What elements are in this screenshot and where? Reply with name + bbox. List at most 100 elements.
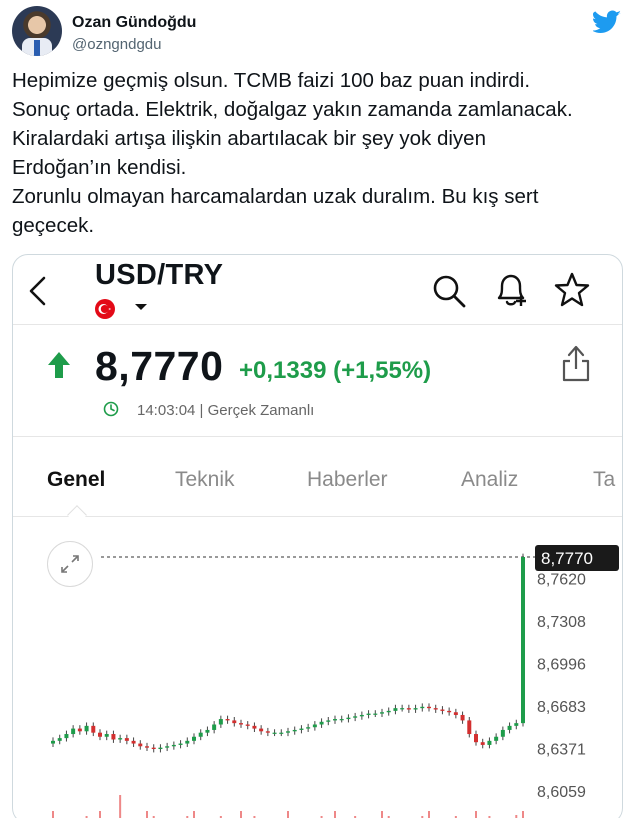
- expand-icon[interactable]: [47, 541, 93, 587]
- candle-body: [98, 732, 102, 737]
- clock-icon: [103, 401, 119, 417]
- candle-body: [353, 716, 358, 718]
- chevron-down-icon[interactable]: [135, 304, 147, 310]
- candle-body: [333, 719, 337, 721]
- candle-body: [77, 728, 82, 732]
- volume-bar: [99, 811, 101, 818]
- tweet-header: Ozan Gündoğdu @ozngndgdu: [12, 6, 623, 62]
- tab-bar: Genel Teknik Haberler Analiz Ta: [13, 437, 622, 517]
- tab-haberler[interactable]: Haberler: [307, 468, 388, 492]
- tweet-line: Hepimize geçmiş olsun. TCMB faizi 100 ba…: [12, 69, 531, 92]
- current-price: 8,7770: [95, 343, 224, 389]
- candle-body: [380, 712, 384, 714]
- candle-body: [131, 740, 136, 744]
- candle-body: [427, 706, 431, 709]
- price-chart[interactable]: 8,7620 8,7308 8,6996 8,6683 8,6371 8,6059 8,77…: [13, 517, 622, 818]
- candle-body: [326, 720, 331, 722]
- tweet-line: Kiralardaki artışa ilişkin abartılacak b…: [12, 127, 486, 150]
- candle-body: [487, 740, 492, 745]
- candle-body: [400, 708, 405, 710]
- flag-icon[interactable]: [95, 299, 115, 319]
- candle-body: [467, 720, 472, 735]
- candle-body: [265, 731, 270, 733]
- tab-more[interactable]: Ta: [593, 468, 615, 492]
- candle-body: [178, 743, 183, 745]
- volume-bar: [381, 811, 383, 818]
- tab-teknik[interactable]: Teknik: [175, 468, 235, 492]
- candle-body: [64, 734, 69, 739]
- candle-body: [158, 747, 163, 750]
- candle-body: [359, 714, 364, 717]
- candle-body: [420, 706, 425, 709]
- expand-arrows: [61, 555, 79, 573]
- candle-body: [192, 736, 196, 741]
- candle-body: [239, 723, 243, 725]
- candle-body: [299, 728, 304, 730]
- candle-body: [252, 725, 257, 729]
- bell-plus-icon[interactable]: [493, 271, 529, 309]
- candle-body: [433, 708, 438, 710]
- candle-body: [259, 728, 264, 732]
- current-price-badge-label: 8,7770: [541, 549, 593, 568]
- search-icon[interactable]: [431, 273, 467, 309]
- candle-body: [145, 746, 149, 748]
- candle-body: [500, 729, 505, 737]
- candle-body: [151, 747, 156, 750]
- candle-body: [272, 732, 277, 734]
- tweet-line: geçecek.: [12, 214, 95, 237]
- star-icon[interactable]: [553, 271, 591, 309]
- candle-body: [138, 743, 143, 747]
- twitter-icon[interactable]: [593, 10, 621, 34]
- candle-body: [218, 719, 223, 725]
- tweet-media-image[interactable]: USD/TRY 8,7770 +0,1339 (+1,55%) 14:03:04…: [12, 254, 623, 818]
- candle-body: [118, 738, 123, 740]
- candle-body: [373, 713, 378, 715]
- candle-body: [447, 710, 452, 713]
- candle-body: [346, 717, 351, 720]
- volume-bar: [428, 811, 430, 818]
- candle-body: [494, 736, 499, 741]
- candle-body: [185, 740, 190, 744]
- candle-body: [339, 719, 344, 721]
- candle-body: [84, 725, 89, 732]
- candle-body: [292, 729, 297, 732]
- tweet-text: Hepimize geçmiş olsun. TCMB faizi 100 ba…: [12, 66, 623, 240]
- volume-bar: [334, 811, 336, 818]
- tab-genel[interactable]: Genel: [47, 468, 105, 492]
- candle-body: [386, 710, 391, 713]
- candle-body: [521, 557, 525, 724]
- candle-body: [286, 731, 290, 733]
- volume-bar: [475, 811, 477, 818]
- avatar[interactable]: [12, 6, 62, 56]
- share-icon[interactable]: [559, 343, 593, 383]
- candle-body: [225, 719, 230, 721]
- volume-bar: [193, 811, 195, 818]
- volume-bar: [522, 811, 524, 818]
- price-block: 8,7770 +0,1339 (+1,55%) 14:03:04 | Gerçe…: [13, 325, 622, 437]
- flag-crescent-icon: [98, 304, 111, 314]
- y-tick-label: 8,7620: [537, 571, 586, 588]
- y-tick-label: 8,7308: [537, 614, 586, 631]
- candle-body: [514, 723, 519, 726]
- candle-body: [71, 728, 76, 735]
- chart-svg: 8,7620 8,7308 8,6996 8,6683 8,6371 8,6059 8,77…: [51, 545, 619, 818]
- candle-body: [413, 708, 418, 710]
- candle-body: [111, 734, 116, 740]
- candle-body: [279, 732, 284, 734]
- candle-body: [51, 740, 55, 744]
- candle-body: [124, 738, 129, 741]
- app-topbar: USD/TRY: [13, 255, 622, 325]
- back-icon[interactable]: [27, 275, 49, 307]
- candle-body: [460, 714, 465, 721]
- candle-body: [171, 744, 176, 747]
- quote-time: 14:03:04 | Gerçek Zamanlı: [137, 402, 315, 419]
- candle-body: [212, 724, 217, 730]
- display-name[interactable]: Ozan Gündoğdu: [72, 14, 196, 32]
- candle-body: [57, 738, 62, 741]
- candle-body: [104, 734, 109, 737]
- user-handle[interactable]: @ozngndgdu: [72, 36, 161, 53]
- price-change: +0,1339 (+1,55%): [239, 357, 432, 384]
- candle-body: [474, 734, 478, 743]
- pair-title: USD/TRY: [95, 259, 224, 291]
- tab-analiz[interactable]: Analiz: [461, 468, 518, 492]
